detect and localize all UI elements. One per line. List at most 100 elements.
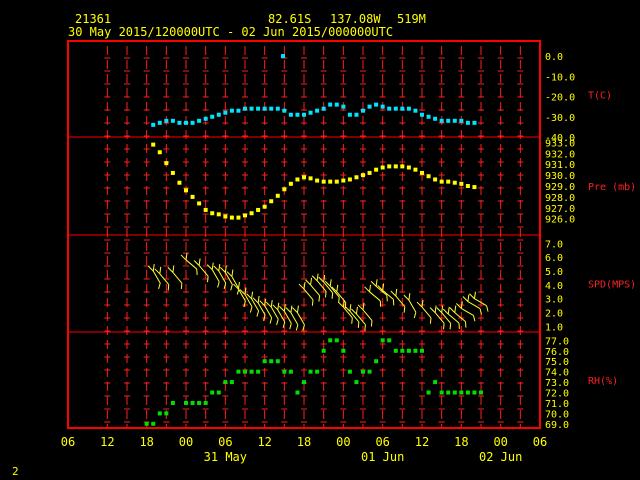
y-tick-label: 928.0: [545, 193, 575, 204]
wind-barb-head: [454, 305, 457, 313]
panel-label: Pre (mb): [588, 182, 636, 193]
wind-barb-head: [152, 263, 155, 272]
wind-barb-flag: [364, 324, 366, 331]
pressure-point: [203, 207, 208, 212]
pressure-point: [262, 204, 267, 209]
x-tick-label: 18: [139, 435, 153, 449]
rh-point: [203, 400, 208, 405]
pressure-point: [341, 178, 346, 183]
wind-barb: [416, 299, 432, 324]
wind-barb: [180, 252, 198, 275]
pressure-point: [295, 177, 300, 182]
header: 21361 82.61S 137.08W 519M 30 May 2015/12…: [68, 12, 426, 39]
temperature-point: [446, 118, 451, 123]
wind-barb-head: [231, 269, 234, 277]
y-tick-label: 69.0: [545, 420, 569, 431]
rh-point: [479, 390, 483, 395]
pressure-point: [256, 207, 261, 212]
wind-barb-head: [447, 306, 450, 315]
pressure-point: [374, 167, 379, 172]
wind-barb: [259, 298, 273, 324]
wind-barb-head: [303, 281, 306, 290]
x-tick-label: 00: [493, 435, 507, 449]
temperature-point: [223, 110, 228, 115]
wind-barb-head: [364, 286, 370, 293]
rh-point: [275, 359, 280, 364]
wind-barb: [449, 305, 467, 328]
pressure-point: [223, 214, 228, 219]
temperature-point: [413, 108, 418, 113]
wind-barb-shaft: [408, 299, 417, 313]
pressure-point: [426, 174, 431, 179]
temperature-point: [236, 108, 241, 113]
rh-point: [243, 369, 247, 374]
wind-barb-head: [375, 279, 378, 287]
x-tick-label: 06: [375, 435, 389, 449]
station-id: 21361: [75, 12, 111, 26]
wind-barb-head: [395, 288, 398, 297]
pressure-point: [170, 170, 175, 175]
y-tick-label: 933.0: [545, 138, 575, 149]
rh-point: [308, 369, 313, 374]
pressure-point: [367, 170, 372, 175]
rh-point: [151, 421, 156, 426]
pressure-point: [184, 188, 188, 193]
x-tick-label: 06: [61, 435, 75, 449]
temperature-point: [256, 106, 261, 111]
x-tick-label: 12: [257, 435, 271, 449]
wind-barb-shaft: [421, 306, 432, 319]
rh-point: [347, 369, 352, 374]
grid: [68, 46, 540, 428]
date-label: 02 Jun: [479, 450, 522, 464]
rh-point: [216, 390, 221, 395]
pressure-point: [177, 180, 182, 185]
rh-point: [249, 369, 254, 374]
temperature-point: [157, 120, 162, 125]
x-tick-label: 12: [100, 435, 114, 449]
temperature-point: [295, 112, 300, 117]
wind-barb-head: [434, 305, 437, 313]
pressure-point: [275, 193, 280, 198]
wind-barb-flag: [429, 317, 432, 324]
wind-barb-head: [147, 265, 154, 272]
wind-barb-head: [467, 294, 470, 302]
pressure-point: [249, 211, 254, 216]
pressure-point: [328, 179, 333, 184]
temperature-point: [374, 102, 379, 107]
pressure-point: [446, 179, 451, 184]
x-tick-label: 06: [533, 435, 547, 449]
wind-barb: [213, 263, 227, 290]
wind-barb: [206, 262, 220, 288]
wind-barb: [469, 291, 489, 312]
rh-point: [197, 400, 202, 405]
wind-barb-head: [318, 276, 325, 283]
wind-barb-flag: [351, 317, 353, 324]
wind-barb-head: [449, 307, 456, 313]
wind-barb-flag: [357, 321, 360, 328]
wind-barb-head: [198, 258, 201, 266]
date-label: 31 May: [204, 450, 247, 464]
rh-point: [361, 369, 365, 374]
wind-barb: [147, 263, 161, 290]
wind-barb: [357, 302, 373, 327]
temperature-point: [334, 102, 339, 107]
pressure-point: [164, 161, 169, 166]
wind-barb-head: [257, 295, 260, 303]
y-tick-label: -30.0: [545, 113, 575, 124]
wind-barb-flag: [256, 310, 260, 317]
wind-barb-flag: [180, 283, 183, 290]
x-tick-label: 00: [179, 435, 193, 449]
station-lon: 137.08W: [330, 12, 381, 26]
temperature-point: [308, 110, 313, 115]
wind-barb-flag: [276, 319, 279, 326]
panel-label: SPD(MPS): [588, 280, 636, 291]
wind-barb-flag: [217, 281, 220, 288]
y-tick-label: 927.0: [545, 204, 575, 215]
pressure-point: [354, 175, 359, 180]
wind-barb-head: [355, 306, 358, 315]
y-tick-label: 75.0: [545, 357, 569, 368]
temperature-point: [203, 116, 208, 121]
pressure-point: [347, 177, 352, 182]
rh-point: [459, 390, 464, 395]
temperature-point: [328, 102, 333, 107]
